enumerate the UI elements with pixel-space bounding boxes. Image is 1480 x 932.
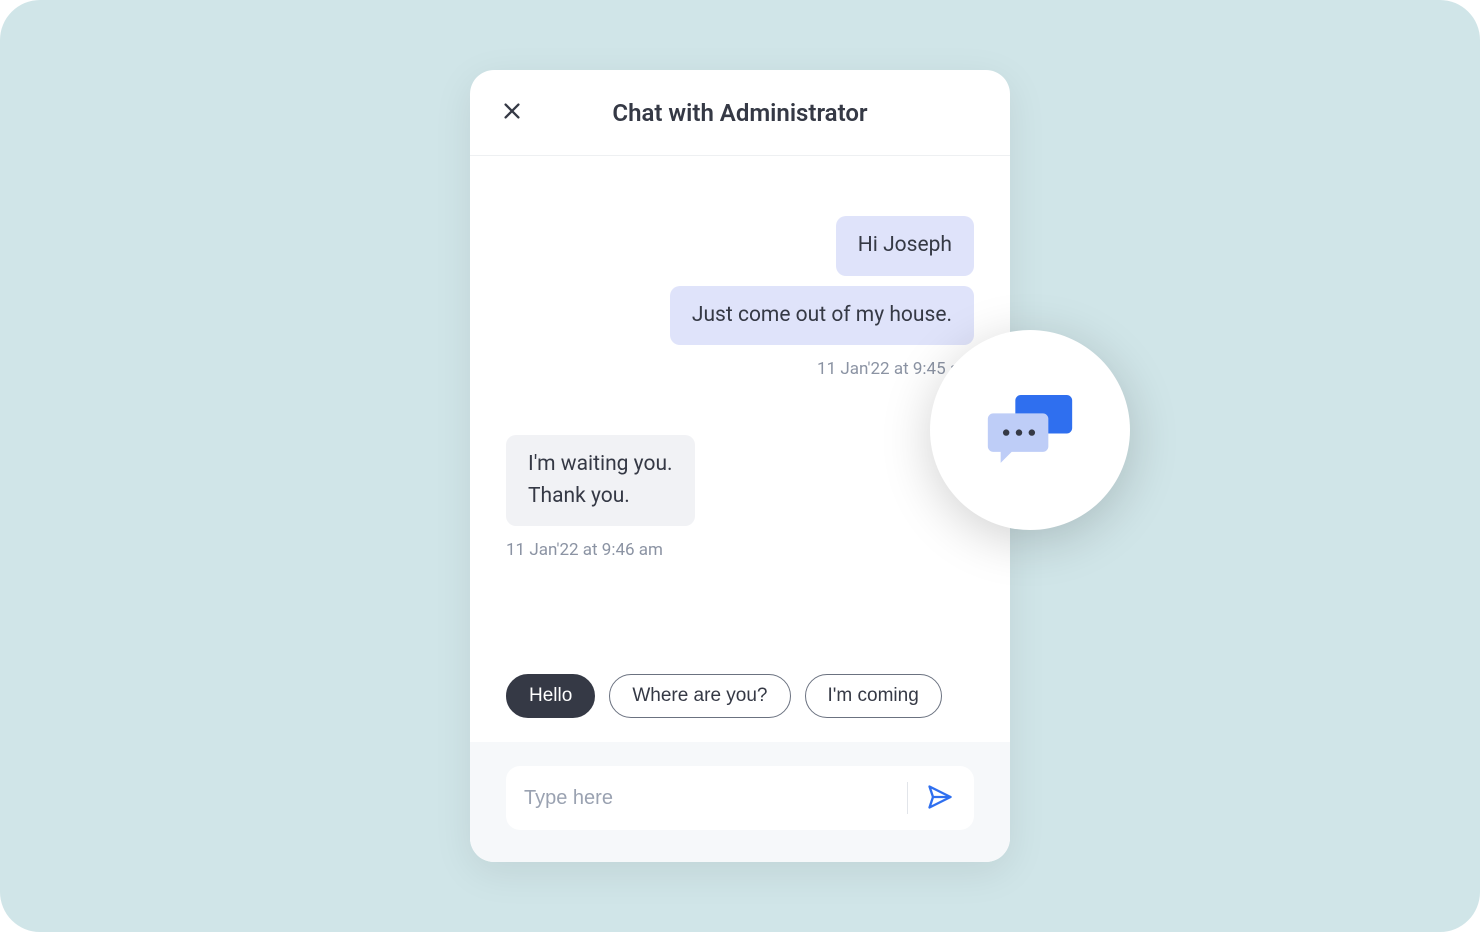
chat-bubbles-icon [975, 373, 1085, 487]
page-background: Chat with Administrator Hi Joseph Just c… [0, 0, 1480, 932]
chat-title: Chat with Administrator [470, 99, 1010, 127]
received-timestamp: 11 Jan'22 at 9:46 am [506, 540, 663, 560]
quick-reply-chip[interactable]: I'm coming [805, 674, 942, 718]
send-icon [926, 783, 954, 814]
chat-window: Chat with Administrator Hi Joseph Just c… [470, 70, 1010, 862]
close-icon [501, 100, 523, 125]
quick-replies: Hello Where are you? I'm coming [470, 674, 1010, 742]
close-button[interactable] [490, 91, 534, 135]
received-message: I'm waiting you. Thank you. [506, 435, 695, 526]
chat-header: Chat with Administrator [470, 70, 1010, 156]
sent-message: Just come out of my house. [670, 286, 974, 346]
chat-body: Hi Joseph Just come out of my house. 11 … [470, 156, 1010, 674]
quick-reply-chip[interactable]: Where are you? [609, 674, 790, 718]
sent-message-group: Hi Joseph Just come out of my house. 11 … [506, 216, 974, 379]
sent-message: Hi Joseph [836, 216, 974, 276]
message-input[interactable] [524, 787, 891, 810]
chat-launcher-fab[interactable] [930, 330, 1130, 530]
received-message-group: I'm waiting you. Thank you. 11 Jan'22 at… [506, 435, 974, 560]
send-button[interactable] [924, 782, 956, 814]
input-wrapper [506, 766, 974, 830]
quick-reply-chip[interactable]: Hello [506, 674, 595, 718]
input-area [470, 742, 1010, 862]
input-divider [907, 782, 908, 814]
